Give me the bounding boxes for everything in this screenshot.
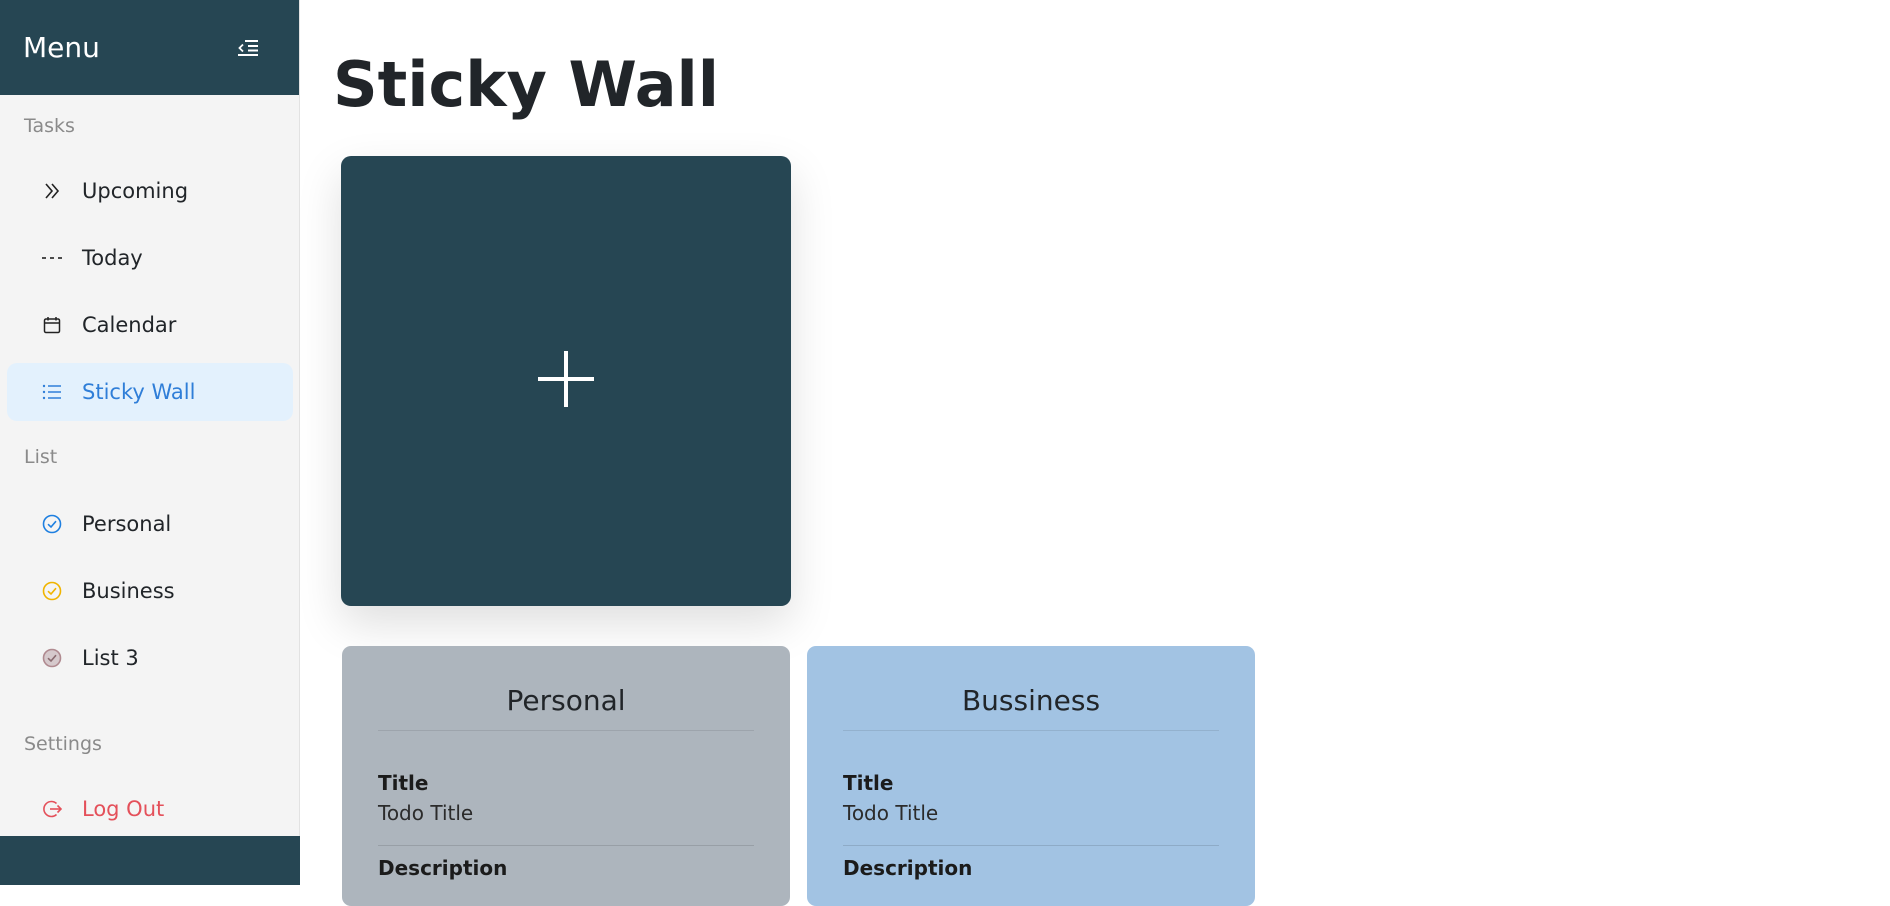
sidebar-item-business[interactable]: Business bbox=[7, 562, 293, 620]
menu-title: Menu bbox=[23, 31, 100, 64]
calendar-icon bbox=[41, 314, 63, 336]
add-note-button[interactable] bbox=[341, 156, 791, 606]
sidebar-item-label: List 3 bbox=[82, 646, 139, 670]
note-card-heading: Personal bbox=[378, 646, 754, 731]
logout-label: Log Out bbox=[82, 797, 165, 821]
note-title-value: Todo Title bbox=[843, 801, 1219, 846]
check-circle-icon bbox=[41, 647, 63, 669]
main-content: Sticky Wall Personal Title Todo Title De… bbox=[300, 0, 1890, 906]
sidebar-item-upcoming[interactable]: Upcoming bbox=[7, 162, 293, 220]
list-icon bbox=[41, 381, 63, 403]
sidebar-footer bbox=[0, 836, 300, 885]
note-description-label: Description bbox=[843, 856, 973, 880]
section-label-list: List bbox=[24, 446, 58, 468]
dashes-icon bbox=[41, 247, 63, 269]
sidebar-item-list-3[interactable]: List 3 bbox=[7, 629, 293, 687]
sidebar-item-personal[interactable]: Personal bbox=[7, 495, 293, 553]
sidebar-item-label: Sticky Wall bbox=[82, 380, 196, 404]
double-chevron-right-icon bbox=[41, 180, 63, 202]
section-label-settings: Settings bbox=[24, 733, 102, 755]
note-card-heading: Bussiness bbox=[843, 646, 1219, 731]
sidebar-item-label: Business bbox=[82, 579, 175, 603]
note-title-value: Todo Title bbox=[378, 801, 754, 846]
menu-collapse-icon[interactable] bbox=[233, 33, 263, 63]
check-circle-icon bbox=[41, 513, 63, 535]
sidebar-item-label: Today bbox=[82, 246, 143, 270]
note-card-business[interactable]: Bussiness Title Todo Title Description bbox=[807, 646, 1255, 906]
logout-icon bbox=[41, 798, 63, 820]
page-title: Sticky Wall bbox=[333, 48, 720, 121]
sidebar-item-today[interactable]: Today bbox=[7, 229, 293, 287]
check-circle-icon bbox=[41, 580, 63, 602]
plus-icon bbox=[538, 351, 594, 411]
section-label-tasks: Tasks bbox=[24, 115, 75, 137]
sidebar-item-label: Upcoming bbox=[82, 179, 189, 203]
logout-button[interactable]: Log Out bbox=[7, 780, 293, 838]
note-title-label: Title bbox=[843, 771, 894, 795]
sidebar-item-label: Personal bbox=[82, 512, 172, 536]
sidebar: Menu Tasks Upcoming Today Calendar Stick… bbox=[0, 0, 300, 885]
sidebar-item-calendar[interactable]: Calendar bbox=[7, 296, 293, 354]
note-title-label: Title bbox=[378, 771, 429, 795]
sidebar-item-label: Calendar bbox=[82, 313, 177, 337]
sidebar-item-sticky-wall[interactable]: Sticky Wall bbox=[7, 363, 293, 421]
note-description-label: Description bbox=[378, 856, 508, 880]
note-card-personal[interactable]: Personal Title Todo Title Description bbox=[342, 646, 790, 906]
sidebar-header: Menu bbox=[0, 0, 299, 95]
